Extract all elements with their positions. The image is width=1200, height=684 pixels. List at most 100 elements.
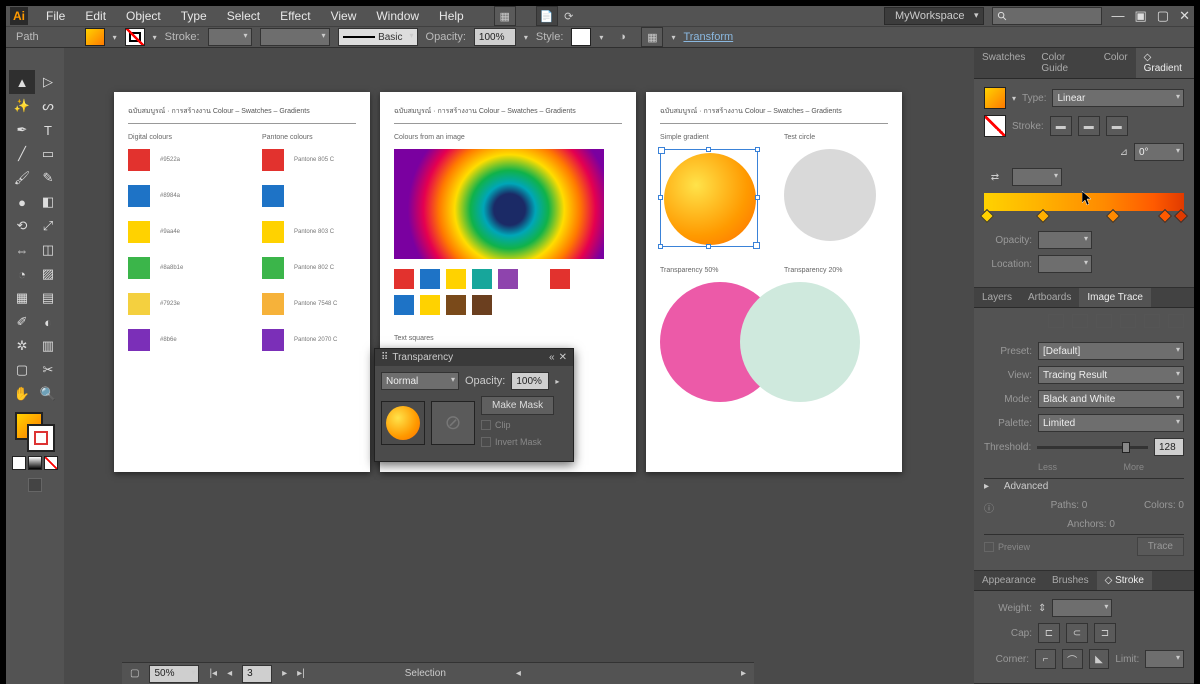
tab-color[interactable]: Color <box>1096 48 1136 78</box>
tab-color-guide[interactable]: Color Guide <box>1033 48 1095 78</box>
limit-field[interactable] <box>1145 650 1184 668</box>
eyedropper-tool[interactable]: ✐ <box>9 310 35 334</box>
mask-thumb[interactable]: ⊘ <box>431 401 475 445</box>
cap-round-icon[interactable]: ⊂ <box>1066 623 1088 643</box>
hand-tool[interactable]: ✋ <box>9 382 35 406</box>
workspace-dropdown[interactable]: MyWorkspace <box>884 7 983 25</box>
gradient-preview[interactable] <box>984 87 1006 109</box>
menu-file[interactable]: File <box>36 6 75 26</box>
style-swatch[interactable] <box>571 28 591 46</box>
gradient-mode-icon[interactable] <box>28 456 42 470</box>
menu-view[interactable]: View <box>321 6 367 26</box>
perspective-tool[interactable]: ▨ <box>35 262 61 286</box>
tab-layers[interactable]: Layers <box>974 288 1020 307</box>
minimize-icon[interactable]: — <box>1112 8 1125 24</box>
artboard-tool[interactable]: ▢ <box>9 358 35 382</box>
stroke-align-3-icon[interactable]: ▬ <box>1106 116 1128 136</box>
artboard-nav-icon[interactable]: ▢ <box>130 668 139 679</box>
canvas[interactable]: ฉบับสมบูรณ์ · การสร้างงาน Colour – Swatc… <box>64 48 974 684</box>
preset-icon[interactable] <box>1048 314 1064 328</box>
close-icon[interactable]: ✕ <box>1179 8 1190 24</box>
blend-mode-dropdown[interactable]: Normal <box>381 372 459 390</box>
nav-prev-icon[interactable]: ◂ <box>227 668 232 679</box>
menu-help[interactable]: Help <box>429 6 474 26</box>
free-transform-tool[interactable]: ◫ <box>35 238 61 262</box>
paintbrush-tool[interactable]: 🖌 <box>9 166 35 190</box>
rectangle-tool[interactable]: ▭ <box>35 142 61 166</box>
align-icon[interactable]: ▦ <box>641 27 663 47</box>
menu-select[interactable]: Select <box>217 6 270 26</box>
stepper-icon[interactable]: ⇕ <box>1038 603 1046 614</box>
clip-checkbox[interactable] <box>481 420 491 430</box>
layout-icon[interactable]: ▦ <box>494 6 516 26</box>
shape-builder-tool[interactable]: ◔ <box>9 262 35 286</box>
corner-round-icon[interactable]: ⌒ <box>1062 649 1083 669</box>
mode-dropdown[interactable]: Black and White <box>1038 390 1184 408</box>
fill-swatch[interactable] <box>85 28 105 46</box>
recolor-icon[interactable]: ◑ <box>611 27 633 47</box>
rotate-tool[interactable]: ⟲ <box>9 214 35 238</box>
tab-image-trace[interactable]: Image Trace <box>1079 288 1151 307</box>
palette-dropdown[interactable]: Limited <box>1038 414 1184 432</box>
trace-button[interactable]: Trace <box>1137 537 1184 556</box>
preset-dropdown[interactable]: [Default] <box>1038 342 1184 360</box>
tab-brushes[interactable]: Brushes <box>1044 571 1097 590</box>
stroke-align-1-icon[interactable]: ▬ <box>1050 116 1072 136</box>
lasso-tool[interactable]: ᔕ <box>35 94 61 118</box>
corner-miter-icon[interactable]: ⌐ <box>1035 649 1056 669</box>
grad-location-field[interactable] <box>1038 255 1092 273</box>
tab-gradient[interactable]: ◇ Gradient <box>1136 48 1194 78</box>
direct-selection-tool[interactable]: ▷ <box>35 70 61 94</box>
stroke-align-2-icon[interactable]: ▬ <box>1078 116 1100 136</box>
reverse-gradient-icon[interactable]: ⇄ <box>984 167 1006 187</box>
gradient-slider[interactable] <box>984 193 1184 211</box>
advanced-toggle[interactable]: ▸ Advanced <box>984 481 1184 492</box>
symbol-sprayer-tool[interactable]: ✲ <box>9 334 35 358</box>
nav-last-icon[interactable]: ▸| <box>297 668 305 679</box>
view-dropdown[interactable]: Tracing Result <box>1038 366 1184 384</box>
eraser-tool[interactable]: ◧ <box>35 190 61 214</box>
fill-stroke-control[interactable] <box>15 412 55 452</box>
grad-opacity-field[interactable] <box>1038 231 1092 249</box>
nav-first-icon[interactable]: |◂ <box>209 668 217 679</box>
menu-object[interactable]: Object <box>116 6 171 26</box>
restore-icon[interactable]: ▣ <box>1135 8 1147 24</box>
type-tool[interactable]: T <box>35 118 61 142</box>
menu-edit[interactable]: Edit <box>75 6 116 26</box>
cap-square-icon[interactable]: ⊐ <box>1094 623 1116 643</box>
pen-tool[interactable]: ✒ <box>9 118 35 142</box>
menu-window[interactable]: Window <box>366 6 429 26</box>
blob-brush-tool[interactable]: ● <box>9 190 35 214</box>
stroke-weight-dropdown[interactable] <box>208 28 252 46</box>
menu-type[interactable]: Type <box>171 6 217 26</box>
zoom-dropdown[interactable]: 50% <box>149 665 199 683</box>
cap-butt-icon[interactable]: ⊏ <box>1038 623 1060 643</box>
doc-icon[interactable]: 📄 <box>536 6 558 26</box>
stroke-box[interactable] <box>27 424 55 452</box>
gradient-type-dropdown[interactable]: Linear <box>1052 89 1184 107</box>
color-mode-icon[interactable] <box>12 456 26 470</box>
invert-checkbox[interactable] <box>481 437 491 447</box>
panel-collapse-icon[interactable]: « <box>549 352 555 363</box>
search-input[interactable] <box>992 7 1102 25</box>
profile-dropdown[interactable]: Basic <box>338 28 418 46</box>
grip-icon[interactable]: ⠿ <box>381 352 388 363</box>
none-mode-icon[interactable] <box>44 456 58 470</box>
corner-bevel-icon[interactable]: ◣ <box>1089 649 1110 669</box>
scroll-right-icon[interactable]: ▸ <box>741 668 746 679</box>
preset-icon[interactable] <box>1144 314 1160 328</box>
transparency-panel[interactable]: ⠿ Transparency « ✕ Normal Opacity: 100% … <box>374 348 574 462</box>
tab-stroke[interactable]: ◇ Stroke <box>1097 571 1152 590</box>
selection-tool[interactable]: ▲ <box>9 70 35 94</box>
graph-tool[interactable]: ▥ <box>35 334 61 358</box>
preset-icon[interactable] <box>1096 314 1112 328</box>
scale-tool[interactable]: ⤢ <box>35 214 61 238</box>
menu-effect[interactable]: Effect <box>270 6 320 26</box>
panel-close-icon[interactable]: ✕ <box>559 352 567 363</box>
sync-icon[interactable]: ⟳ <box>558 6 580 26</box>
screen-mode-icon[interactable] <box>28 478 42 492</box>
selected-gradient-circle[interactable] <box>660 149 758 247</box>
width-tool[interactable]: ⇔ <box>9 238 35 262</box>
line-tool[interactable]: ╱ <box>9 142 35 166</box>
angle-field[interactable]: 0° <box>1134 143 1184 161</box>
